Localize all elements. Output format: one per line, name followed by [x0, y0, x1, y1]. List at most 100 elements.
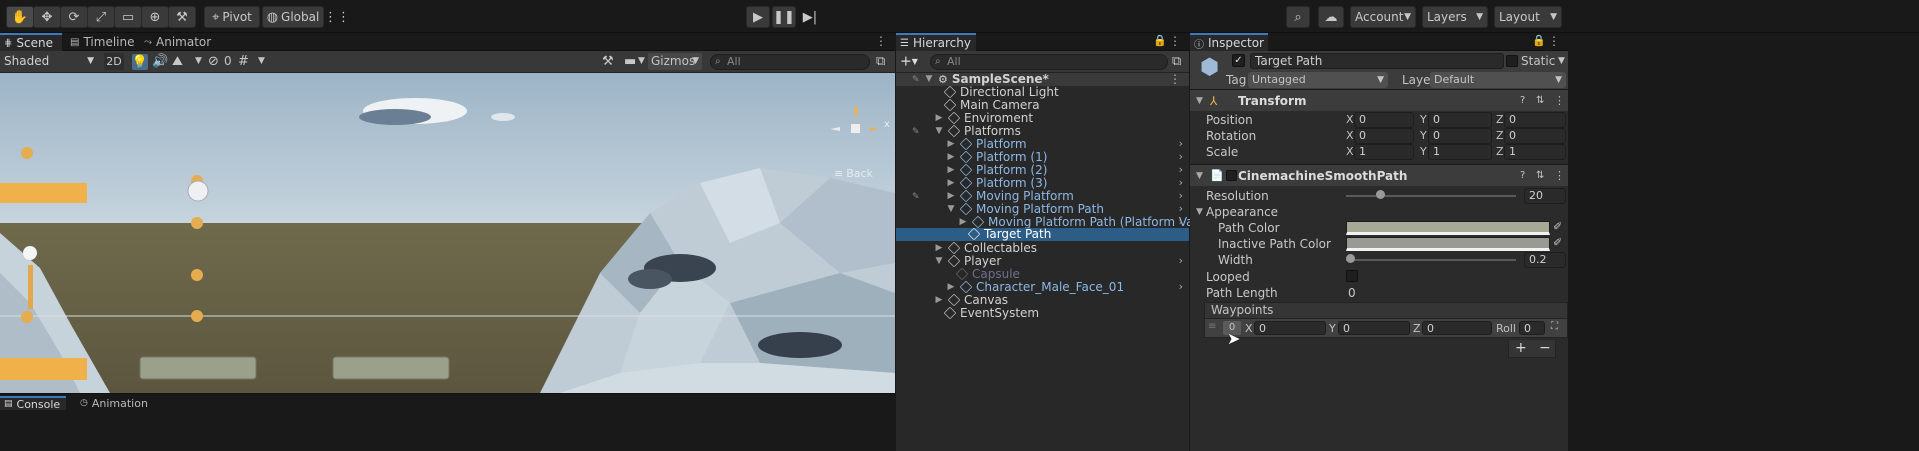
scene-viewport[interactable]: x ≡ Back — [0, 73, 895, 393]
scale-z-field[interactable]: 1 — [1504, 144, 1566, 160]
width-slider-thumb[interactable] — [1346, 254, 1355, 263]
chevron-down-icon[interactable]: ▼ — [638, 56, 645, 66]
tab-animator[interactable]: ⤳ Animator — [140, 33, 217, 51]
more-options-icon[interactable]: ⋮ — [1169, 34, 1181, 48]
camera-icon[interactable]: ▬ — [624, 54, 636, 69]
width-slider-track[interactable] — [1346, 259, 1516, 261]
scale-y-field[interactable]: 1 — [1428, 144, 1492, 160]
cinemachine-header[interactable]: ▼ 📄 CinemachineSmoothPath ? ⇅ ⋮ — [1190, 164, 1568, 186]
width-field[interactable]: 0.2 — [1524, 252, 1566, 268]
hierarchy-search-input[interactable]: ⌕ All — [930, 54, 1168, 70]
more-options-icon[interactable]: ⋮ — [875, 34, 887, 48]
grid-snap-button[interactable]: ⋮⋮ — [324, 6, 350, 28]
step-button[interactable]: ▶| — [798, 6, 822, 28]
scale-x-field[interactable]: 1 — [1354, 144, 1414, 160]
chevron-right-icon[interactable]: › — [1179, 176, 1183, 189]
layers-dropdown[interactable]: Layers ▼ — [1422, 6, 1488, 28]
resolution-slider-thumb[interactable] — [1376, 190, 1385, 199]
visibility-icon[interactable]: ✎ — [912, 192, 920, 202]
visibility-icon[interactable]: ⊘ — [208, 54, 219, 69]
scene-search-input[interactable]: ⌕ All — [710, 54, 870, 70]
chevron-right-icon[interactable]: › — [1179, 163, 1183, 176]
audio-icon[interactable]: 🔊 — [152, 54, 168, 69]
more-options-icon[interactable]: ⋮ — [1554, 94, 1565, 107]
effects-icon[interactable]: ⛰ — [172, 54, 183, 69]
position-x-field[interactable]: 0 — [1354, 112, 1414, 128]
chevron-right-icon[interactable]: › — [1179, 215, 1183, 228]
looped-checkbox[interactable] — [1346, 270, 1358, 282]
cloud-button[interactable]: ☁ — [1318, 6, 1344, 28]
pivot-toggle[interactable]: ⌖ Pivot — [204, 6, 260, 28]
chevron-down-icon[interactable]: ▼ — [195, 56, 202, 66]
tab-inspector[interactable]: ⓘ Inspector — [1190, 33, 1268, 51]
layer-dropdown[interactable]: Default ▼ — [1430, 72, 1566, 88]
help-icon[interactable]: ? — [1520, 95, 1525, 106]
lock-icon[interactable]: 🔒 — [1153, 34, 1167, 47]
move-tool-button[interactable]: ✥ — [33, 6, 61, 28]
chevron-right-icon[interactable]: › — [1179, 137, 1183, 150]
lock-icon[interactable]: 🔒 — [1532, 34, 1546, 47]
waypoint-x-field[interactable]: 0 — [1254, 321, 1326, 335]
rotation-z-field[interactable]: 0 — [1504, 128, 1566, 144]
layout-dropdown[interactable]: Layout ▼ — [1494, 6, 1562, 28]
shading-mode-dropdown[interactable]: Shaded ▼ — [2, 53, 98, 70]
visibility-icon[interactable]: ✎ — [912, 127, 920, 137]
tab-console[interactable]: ▤ Console — [0, 396, 67, 411]
preset-icon[interactable]: ⇅ — [1536, 95, 1544, 106]
tag-dropdown[interactable]: Untagged ▼ — [1248, 72, 1388, 88]
remove-waypoint-button[interactable]: − — [1539, 340, 1551, 356]
eyedropper-icon[interactable]: ✐ — [1553, 236, 1562, 249]
more-options-icon[interactable]: ⋮ — [1554, 169, 1565, 182]
grid-icon[interactable]: # — [238, 54, 249, 69]
drag-handle-icon[interactable]: ≡ — [1208, 321, 1216, 332]
rotate-tool-button[interactable]: ⟳ — [60, 6, 88, 28]
expand-arrow-icon[interactable]: ▼ — [1196, 207, 1203, 217]
tools-icon[interactable]: ⚒ — [602, 54, 614, 69]
preset-icon[interactable]: ⇅ — [1536, 170, 1544, 181]
object-name-field[interactable]: Target Path — [1250, 53, 1504, 69]
visibility-icon[interactable]: ✎ — [912, 75, 920, 85]
chevron-right-icon[interactable]: › — [1179, 150, 1183, 163]
scale-tool-button[interactable]: ⤢ — [87, 6, 115, 28]
rotation-x-field[interactable]: 0 — [1354, 128, 1414, 144]
maximize-icon[interactable]: ⧉ — [1172, 54, 1181, 69]
eyedropper-icon[interactable]: ✐ — [1553, 220, 1562, 233]
rotation-y-field[interactable]: 0 — [1428, 128, 1492, 144]
tab-hierarchy[interactable]: ☰ Hierarchy — [896, 33, 976, 51]
add-waypoint-button[interactable]: + — [1515, 340, 1527, 356]
scene-orientation-gizmo[interactable]: x — [830, 103, 890, 153]
pause-button[interactable]: ❚❚ — [772, 6, 796, 28]
position-z-field[interactable]: 0 — [1504, 112, 1566, 128]
static-checkbox[interactable] — [1506, 55, 1518, 67]
rect-tool-button[interactable]: ▭ — [114, 6, 142, 28]
chevron-down-icon[interactable]: ▼ — [1558, 56, 1565, 66]
gizmos-dropdown[interactable]: Gizmos ▼ — [648, 53, 702, 70]
tab-timeline[interactable]: ▤ Timeline — [66, 33, 140, 51]
more-options-icon[interactable]: ⋮ — [1548, 34, 1560, 48]
hand-tool-button[interactable]: ✋ — [6, 6, 34, 28]
inactive-path-color-swatch[interactable] — [1346, 237, 1550, 251]
lighting-icon[interactable]: 💡 — [132, 54, 148, 70]
gizmo-back-label[interactable]: ≡ Back — [834, 167, 873, 180]
waypoint-y-field[interactable]: 0 — [1338, 321, 1410, 335]
resolution-slider-track[interactable] — [1346, 195, 1516, 197]
search-button[interactable]: ⌕ — [1286, 6, 1310, 28]
chevron-right-icon[interactable]: › — [1179, 280, 1183, 293]
global-toggle[interactable]: ◍ Global — [262, 6, 324, 28]
help-icon[interactable]: ? — [1520, 170, 1525, 181]
more-options-icon[interactable]: ⋮ — [1169, 72, 1181, 86]
custom-tool-button[interactable]: ⚒ — [168, 6, 196, 28]
chevron-right-icon[interactable]: › — [1179, 254, 1183, 267]
position-y-field[interactable]: 0 — [1428, 112, 1492, 128]
waypoint-z-field[interactable]: 0 — [1422, 321, 1492, 335]
maximize-icon[interactable]: ⧉ — [876, 54, 885, 69]
active-checkbox[interactable]: ✓ — [1232, 54, 1245, 67]
2d-toggle[interactable]: 2D — [104, 53, 124, 70]
component-enabled-checkbox[interactable] — [1226, 170, 1237, 181]
create-button[interactable]: +▼ — [900, 53, 926, 70]
tab-scene[interactable]: ⋕ Scene — [0, 33, 62, 51]
account-dropdown[interactable]: Account ▼ — [1350, 6, 1416, 28]
path-color-swatch[interactable] — [1346, 221, 1550, 235]
transform-header[interactable]: ▼ ⅄ Transform ? ⇅ ⋮ — [1190, 89, 1568, 111]
resolution-field[interactable]: 20 — [1524, 188, 1566, 204]
